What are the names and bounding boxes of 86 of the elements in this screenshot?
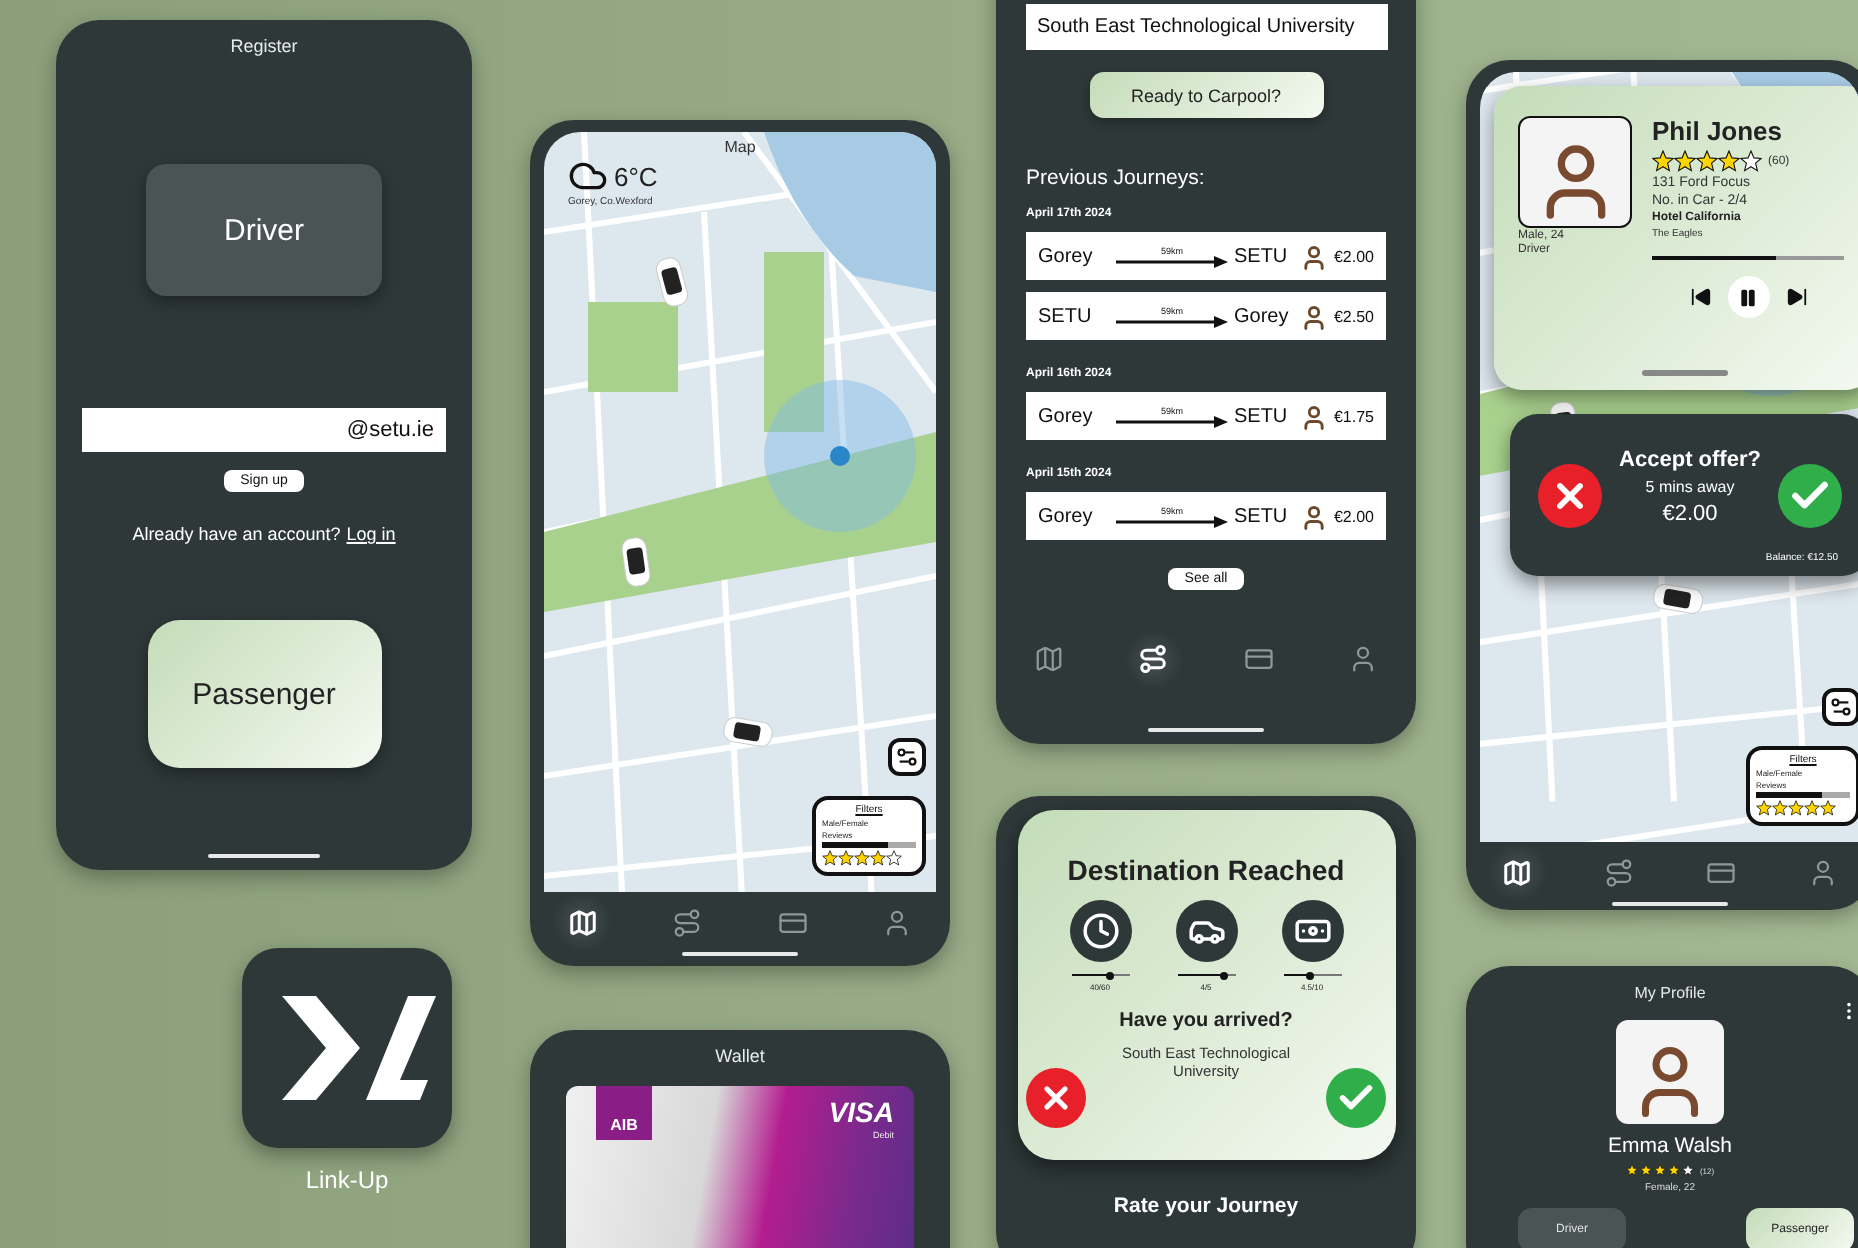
filter-toggle-button[interactable]	[1822, 688, 1858, 726]
user-icon	[1348, 644, 1379, 674]
confirm-button[interactable]	[1326, 1068, 1386, 1128]
screen-title: My Profile	[1634, 984, 1706, 1002]
close-icon	[1038, 1080, 1074, 1116]
filter-toggle-button[interactable]	[888, 738, 926, 776]
home-indicator	[1612, 902, 1728, 906]
screen-title: Wallet	[715, 1046, 765, 1066]
banknote-icon	[1281, 900, 1343, 962]
reject-button[interactable]	[1026, 1068, 1086, 1128]
arrow-icon	[1115, 515, 1228, 527]
driver-name: Phil Jones	[1652, 116, 1785, 146]
credit-card-icon	[1706, 857, 1736, 887]
accept-button[interactable]	[1778, 463, 1842, 527]
arrow-icon	[1115, 315, 1228, 327]
login-prompt: Already have an account?	[132, 524, 341, 544]
home-indicator	[1148, 728, 1264, 732]
driver-avatar	[1299, 500, 1328, 532]
decline-button[interactable]	[1538, 463, 1602, 527]
bank-name: AIB	[610, 1116, 638, 1134]
route-icon	[672, 907, 703, 937]
arrow-icon	[1115, 255, 1228, 267]
journey-destination: SETU	[1233, 245, 1290, 267]
skip-forward-button[interactable]	[1785, 286, 1807, 308]
journey-origin: Gorey	[1038, 245, 1095, 267]
route-icon	[1604, 857, 1634, 887]
home-indicator	[208, 854, 320, 858]
journey-price: €1.75	[1333, 407, 1374, 425]
route-icon	[1138, 644, 1169, 674]
toggle-icon	[896, 746, 918, 768]
driver-avatar	[1299, 300, 1328, 332]
toggle-icon	[1830, 696, 1852, 718]
offer-eta: 5 mins away	[1645, 478, 1735, 496]
photo-placeholder	[1518, 116, 1632, 228]
driver-avatar	[1299, 240, 1328, 272]
email-field[interactable]: @setu.ie	[82, 408, 446, 452]
drag-handle[interactable]	[1641, 370, 1727, 376]
clock-icon	[1069, 900, 1131, 962]
reviews-slider[interactable]	[822, 842, 916, 848]
journey-price: €2.50	[1333, 307, 1374, 325]
card-title: Destination Reached	[1067, 854, 1345, 886]
arrow-icon	[1115, 415, 1228, 427]
passenger-button[interactable]: Passenger	[147, 620, 381, 768]
arrival-question: Have you arrived?	[1119, 1010, 1293, 1032]
rate-heading: Rate your Journey	[1113, 1194, 1299, 1218]
map-icon	[567, 907, 598, 937]
offer-title: Accept offer?	[1619, 448, 1761, 472]
star-icon	[1696, 150, 1718, 172]
pause-icon	[1738, 287, 1758, 307]
user-icon	[882, 907, 913, 937]
reviews-slider[interactable]	[1756, 792, 1850, 798]
credit-card-icon	[1243, 644, 1274, 674]
profile-name: Emma Walsh	[1607, 1134, 1733, 1158]
journey-destination: SETU	[1233, 405, 1290, 427]
temperature: 6°C	[614, 161, 658, 191]
star-icon	[1674, 150, 1696, 172]
journey-origin: Gorey	[1038, 405, 1095, 427]
screen-title: Register	[230, 36, 298, 56]
map-icon	[1033, 644, 1064, 674]
journey-origin: Gorey	[1038, 505, 1095, 527]
journey-destination: Gorey	[1233, 305, 1291, 327]
journey-price: €2.00	[1333, 247, 1374, 265]
driver-avatar	[1299, 400, 1328, 432]
journey-destination: SETU	[1233, 505, 1290, 527]
user-icon	[1808, 857, 1838, 887]
app-name: Link-Up	[303, 1166, 391, 1194]
star-icon	[1718, 150, 1740, 172]
card-network: VISA	[828, 1096, 894, 1128]
map-icon	[1502, 857, 1532, 887]
skip-back-button[interactable]	[1689, 286, 1711, 308]
photo-placeholder	[1616, 1020, 1724, 1124]
home-indicator	[682, 952, 798, 956]
log-in-link[interactable]: Log in	[346, 524, 396, 544]
section-heading: Previous Journeys:	[1026, 166, 1205, 190]
journey-origin: SETU	[1038, 305, 1094, 327]
screen-title: Map	[722, 138, 758, 156]
credit-card-icon	[777, 907, 808, 937]
pause-button[interactable]	[1727, 276, 1769, 318]
journey-price: €2.00	[1333, 507, 1374, 525]
offer-price: €2.00	[1662, 502, 1718, 526]
driver-button[interactable]: Driver	[146, 164, 382, 296]
app-logo-icon	[242, 948, 452, 1148]
destination-field[interactable]: South East Technological University	[1025, 4, 1387, 50]
carpool-button[interactable]: Ready to Carpool?	[1089, 72, 1323, 118]
star-icon	[1652, 150, 1674, 172]
star-icon	[1740, 150, 1762, 172]
